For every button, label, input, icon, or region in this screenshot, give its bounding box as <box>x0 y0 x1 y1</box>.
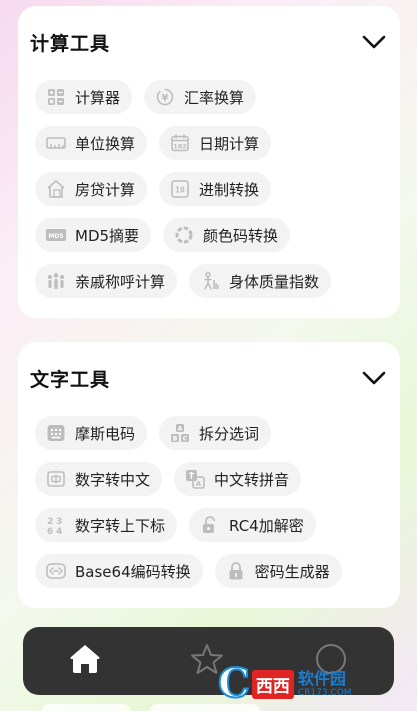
tool-label: 拆分选词 <box>199 424 260 443</box>
tool-md5[interactable]: MD5 MD5摘要 <box>35 218 152 252</box>
section-title: 计算工具 <box>30 32 111 55</box>
tool-label: 颜色码转换 <box>203 226 279 245</box>
svg-text:10: 10 <box>175 186 185 195</box>
tool-label: 单位换算 <box>75 134 136 153</box>
svg-text:3: 3 <box>56 517 62 527</box>
lock-icon <box>225 560 247 582</box>
tool-label: 汇率换算 <box>184 88 245 107</box>
svg-text:B: B <box>173 435 178 442</box>
watermark-name: 软件园 <box>297 669 346 688</box>
text-tools-list: 摩斯电码 ABC 拆分选词 数字转中文 A 中文转拼音 2 3 6 4 数字转上… <box>35 416 394 600</box>
tool-label: 身体质量指数 <box>229 272 320 291</box>
tool-label: 数字转中文 <box>75 470 151 489</box>
tool-color-code[interactable]: 颜色码转换 <box>163 218 291 252</box>
currency-exchange-icon: ¥ <box>154 86 176 108</box>
tool-chinese-to-pinyin[interactable]: A 中文转拼音 <box>174 462 302 496</box>
svg-text:6: 6 <box>47 527 53 535</box>
tool-label: MD5摘要 <box>75 226 140 245</box>
number-to-chinese-icon <box>45 468 67 490</box>
tool-label: 中文转拼音 <box>214 470 290 489</box>
tool-bmi[interactable]: 身体质量指数 <box>189 264 332 298</box>
ruler-icon <box>45 132 67 154</box>
svg-text:182: 182 <box>173 143 187 151</box>
tool-label: Base64编码转换 <box>75 562 191 581</box>
tool-house-loan[interactable]: 房贷计算 <box>35 172 148 206</box>
tool-label: 密码生成器 <box>254 562 330 581</box>
tool-label: 计算器 <box>75 88 121 107</box>
color-wheel-icon <box>173 224 195 246</box>
watermark-logo: C 西西 软件园 CR173.COM <box>217 660 398 707</box>
tool-password-generator[interactable]: 密码生成器 <box>214 554 342 588</box>
number-base-icon: 10 <box>169 178 191 200</box>
tool-number-base[interactable]: 10 进制转换 <box>159 172 272 206</box>
chevron-down-icon[interactable] <box>360 28 388 56</box>
next-card-peek <box>42 704 130 711</box>
svg-text:¥: ¥ <box>162 93 169 104</box>
keypad-icon <box>45 422 67 444</box>
tool-label: RC4加解密 <box>229 516 304 535</box>
tool-label: 数字转上下标 <box>75 516 166 535</box>
superscript-icon: 2364 <box>45 514 67 536</box>
md5-icon: MD5 <box>45 224 67 246</box>
tool-morse-code[interactable]: 摩斯电码 <box>35 416 148 450</box>
calculator-icon <box>45 86 67 108</box>
text-tools-card: 文字工具 摩斯电码 ABC 拆分选词 数字转中文 A 中文转拼音 2 3 6 4… <box>18 342 400 608</box>
svg-text:A: A <box>178 425 183 432</box>
body-mass-icon <box>199 270 221 292</box>
home-icon <box>68 643 102 679</box>
watermark-right: 软件园 CR173.COM <box>297 669 352 699</box>
chinese-to-pinyin-icon: A <box>184 468 206 490</box>
unlock-icon <box>199 514 221 536</box>
code-convert-icon <box>45 560 67 582</box>
tool-base64[interactable]: Base64编码转换 <box>35 554 203 588</box>
nav-home-button[interactable] <box>63 639 107 683</box>
house-loan-icon <box>45 178 67 200</box>
tool-family-title[interactable]: 亲戚称呼计算 <box>35 264 178 298</box>
chevron-down-icon[interactable] <box>360 364 388 392</box>
tool-split-words[interactable]: ABC 拆分选词 <box>159 416 272 450</box>
watermark-url: CR173.COM <box>297 688 352 698</box>
tool-label: 日期计算 <box>199 134 260 153</box>
tool-label: 房贷计算 <box>75 180 136 199</box>
svg-text:MD5: MD5 <box>48 233 63 240</box>
tool-rc4[interactable]: RC4加解密 <box>189 508 316 542</box>
tool-calculator[interactable]: 计算器 <box>35 80 133 114</box>
tool-unit-conversion[interactable]: 单位换算 <box>35 126 148 160</box>
family-icon <box>45 270 67 292</box>
svg-text:2: 2 <box>47 517 53 527</box>
watermark-box: 西西 <box>251 669 294 699</box>
tool-number-to-chinese[interactable]: 数字转中文 <box>35 462 163 496</box>
tool-label: 亲戚称呼计算 <box>75 272 166 291</box>
watermark-c: C <box>217 660 251 707</box>
split-words-icon: ABC <box>169 422 191 444</box>
tool-label: 摩斯电码 <box>75 424 136 443</box>
calendar-icon: 182 <box>169 132 191 154</box>
tool-superscript[interactable]: 2364 数字转上下标 <box>35 508 178 542</box>
calc-tools-card: 计算工具 计算器 ¥ 汇率换算 单位换算 182 日期计算 房贷计算 10 进制… <box>18 6 400 318</box>
tool-currency-exchange[interactable]: ¥ 汇率换算 <box>144 80 257 114</box>
text-tools-header: 文字工具 <box>30 360 388 396</box>
calc-tools-header: 计算工具 <box>30 24 388 60</box>
svg-text:A: A <box>196 480 202 488</box>
svg-text:4: 4 <box>56 527 62 535</box>
tool-date-calc[interactable]: 182 日期计算 <box>159 126 272 160</box>
svg-text:C: C <box>183 435 188 442</box>
section-title: 文字工具 <box>30 368 111 391</box>
calc-tools-list: 计算器 ¥ 汇率换算 单位换算 182 日期计算 房贷计算 10 进制转换 MD… <box>35 80 394 310</box>
tool-label: 进制转换 <box>199 180 260 199</box>
